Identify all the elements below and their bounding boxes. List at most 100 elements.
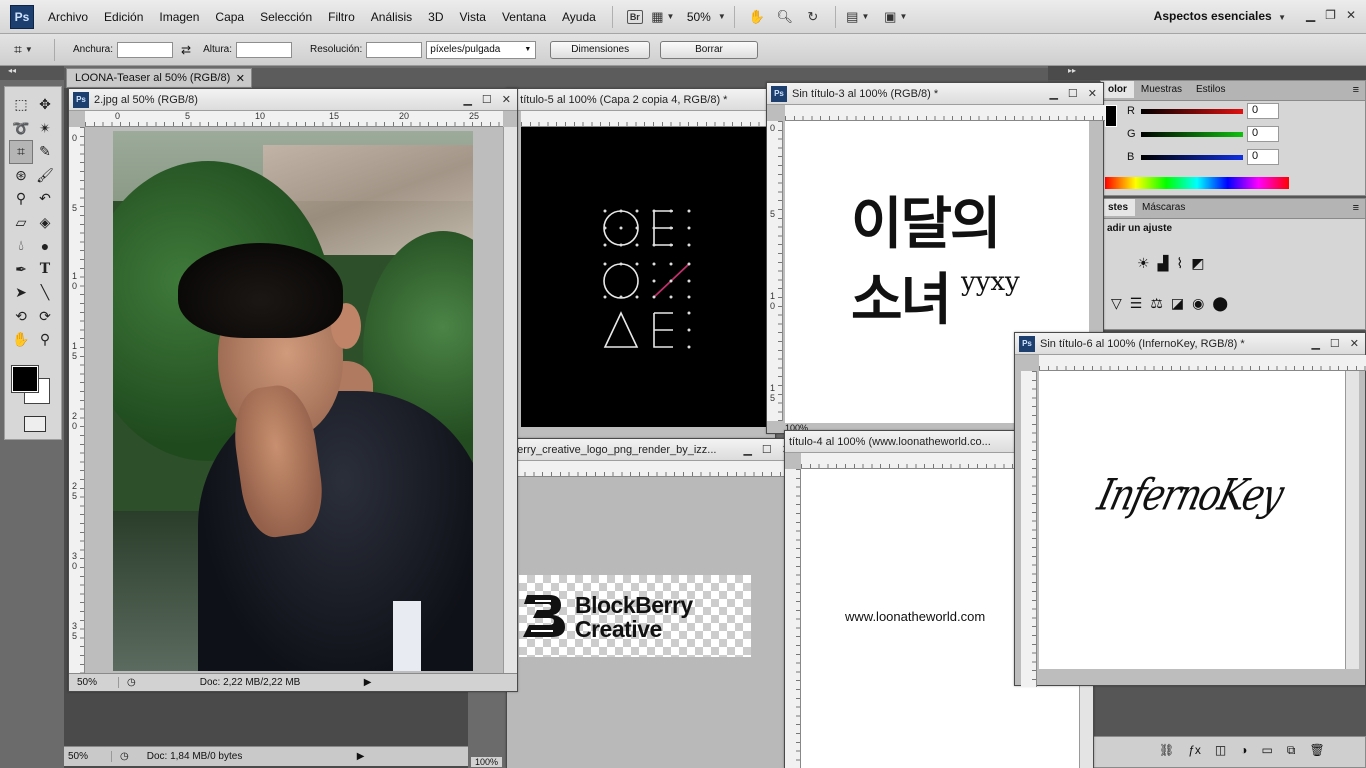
quick-mask-button[interactable] xyxy=(24,416,46,432)
levels-icon[interactable]: ▟ xyxy=(1158,255,1169,272)
hand-icon[interactable]: ✋ xyxy=(747,8,767,26)
minimize-icon[interactable]: ▁ xyxy=(463,93,471,106)
zoom-icon[interactable]: 🔍︎ xyxy=(775,8,795,26)
document-tab[interactable]: LOONA-Teaser al 50% (RGB/8) ✕ xyxy=(66,68,252,88)
photoshop-logo-icon[interactable]: Ps xyxy=(10,4,34,29)
green-slider[interactable] xyxy=(1141,132,1243,137)
horizontal-ruler[interactable] xyxy=(785,105,1105,121)
zoom-level[interactable]: 50% xyxy=(687,10,711,24)
status-menu-icon[interactable]: ◷ xyxy=(127,677,136,688)
crop-tool-icon[interactable]: ⌗ xyxy=(9,140,33,164)
delete-layer-icon[interactable]: 🗑︎ xyxy=(1309,743,1324,758)
line-tool-icon[interactable]: ╲ xyxy=(33,281,57,305)
menu-capa[interactable]: Capa xyxy=(207,10,252,24)
brightness-icon[interactable]: ☀ xyxy=(1137,255,1150,272)
units-select[interactable]: píxeles/pulgada ▼ xyxy=(426,40,537,59)
dimensions-button[interactable]: Dimensiones xyxy=(550,40,651,59)
photo-canvas-area[interactable] xyxy=(85,127,503,675)
layer-style-icon[interactable]: ƒx xyxy=(1188,743,1201,758)
close-icon[interactable]: ✕ xyxy=(1088,87,1097,100)
type-tool-icon[interactable]: T xyxy=(33,258,57,282)
adjustment-layer-icon[interactable]: ◑ xyxy=(1240,743,1247,758)
logo-canvas[interactable] xyxy=(521,127,771,427)
minimize-icon[interactable]: ▁ xyxy=(1311,337,1319,350)
workspace-switcher[interactable]: Aspectos esenciales ▼ xyxy=(1154,9,1286,23)
hue-saturation-icon[interactable]: ☰ xyxy=(1130,295,1143,312)
foreground-color-swatch[interactable] xyxy=(11,365,39,393)
marquee-tool-icon[interactable]: ⬚ xyxy=(9,93,33,117)
tab-styles[interactable]: Estilos xyxy=(1189,81,1232,98)
link-layers-icon[interactable]: ⛓ xyxy=(1159,743,1174,758)
panel-collapse-bar[interactable]: ▸▸ xyxy=(1048,66,1366,80)
dodge-tool-icon[interactable]: ● xyxy=(33,234,57,258)
rotate-view-icon[interactable]: ↻ xyxy=(803,8,823,26)
spot-healing-tool-icon[interactable]: ⊛ xyxy=(9,164,33,188)
maximize-icon[interactable]: ☐ xyxy=(482,93,492,106)
lasso-tool-icon[interactable]: ➰ xyxy=(9,117,33,141)
window-zoom[interactable]: 100% xyxy=(471,757,503,767)
tab-swatches[interactable]: Muestras xyxy=(1134,81,1189,98)
crop-tool-preset-icon[interactable]: ⌗ ▼ xyxy=(14,37,54,63)
path-selection-tool-icon[interactable]: ➤ xyxy=(9,281,33,305)
menu-ayuda[interactable]: Ayuda xyxy=(554,10,604,24)
zoom-chevron-down-icon[interactable]: ▼ xyxy=(718,12,726,21)
menu-vista[interactable]: Vista xyxy=(452,10,494,24)
exposure-icon[interactable]: ◩ xyxy=(1191,255,1204,272)
pen-tool-icon[interactable]: ✒ xyxy=(9,258,33,282)
move-tool-icon[interactable]: ✥ xyxy=(33,93,57,117)
blockberry-document-window[interactable]: berry_creative_logo_png_render_by_izz...… xyxy=(471,438,798,768)
vertical-ruler[interactable] xyxy=(1021,371,1037,687)
minimize-icon[interactable]: ▁ xyxy=(1306,8,1315,22)
3d-rotate-tool-icon[interactable]: ⟲ xyxy=(9,305,33,329)
vertical-scrollbar[interactable] xyxy=(1345,371,1359,669)
menu-archivo[interactable]: Archivo xyxy=(40,10,96,24)
color-balance-icon[interactable]: ⚖ xyxy=(1150,295,1163,312)
magic-wand-tool-icon[interactable]: ✴ xyxy=(33,117,57,141)
maximize-icon[interactable]: ☐ xyxy=(1068,87,1078,100)
swap-icon[interactable]: ⇄ xyxy=(181,43,191,57)
close-icon[interactable]: ✕ xyxy=(1346,8,1356,22)
maximize-icon[interactable]: ☐ xyxy=(1330,337,1340,350)
panel-fg-swatch[interactable] xyxy=(1105,105,1117,127)
vibrance-icon[interactable]: ▽ xyxy=(1111,295,1122,312)
window-title-bar[interactable]: n título-5 al 100% (Capa 2 copia 4, RGB/… xyxy=(507,89,775,111)
close-icon[interactable]: ✕ xyxy=(1350,337,1359,350)
clone-stamp-tool-icon[interactable]: ⚲ xyxy=(9,187,33,211)
hand-tool-icon[interactable]: ✋ xyxy=(9,328,33,352)
panel-menu-icon[interactable]: ≡ xyxy=(1353,202,1359,214)
eraser-tool-icon[interactable]: ▱ xyxy=(9,211,33,235)
status-menu-icon[interactable]: ◷ xyxy=(120,751,129,762)
tab-masks[interactable]: Máscaras xyxy=(1135,199,1192,216)
layer-mask-icon[interactable]: ◫ xyxy=(1215,743,1226,758)
infernokey-document-window[interactable]: Ps Sin título-6 al 100% (InfernoKey, RGB… xyxy=(1014,332,1366,687)
height-input[interactable] xyxy=(236,41,292,58)
history-brush-tool-icon[interactable]: ↶ xyxy=(33,187,57,211)
minimize-icon[interactable]: ▁ xyxy=(743,443,751,456)
channel-mixer-icon[interactable]: ⬤ xyxy=(1212,295,1228,312)
close-icon[interactable]: ✕ xyxy=(502,93,511,106)
photo-document-window[interactable]: Ps 2.jpg al 50% (RGB/8) ▁ ☐ ✕ 0 5 10 15 20… xyxy=(68,88,518,692)
horizontal-ruler[interactable] xyxy=(521,111,777,127)
vertical-ruler[interactable] xyxy=(785,469,801,768)
red-value-input[interactable]: 0 xyxy=(1247,103,1279,119)
tab-adjustments[interactable]: stes xyxy=(1101,199,1136,216)
menu-filtro[interactable]: Filtro xyxy=(320,10,363,24)
eyedropper-tool-icon[interactable]: ✎ xyxy=(33,140,57,164)
menu-analisis[interactable]: Análisis xyxy=(363,10,420,24)
brush-tool-icon[interactable]: 🖌︎ xyxy=(33,164,57,188)
width-input[interactable] xyxy=(117,41,174,58)
horizontal-ruler[interactable] xyxy=(507,461,785,477)
blue-value-input[interactable]: 0 xyxy=(1247,149,1279,165)
blockberry-canvas-area[interactable]: BlockBerry Creative xyxy=(507,477,784,768)
window-title-bar[interactable]: Ps 2.jpg al 50% (RGB/8) xyxy=(69,89,517,111)
vertical-ruler[interactable]: 0 5 1 0 1 5 xyxy=(767,121,783,421)
status-arrow-icon[interactable]: ▶ xyxy=(364,677,372,688)
photo-filter-icon[interactable]: ◉ xyxy=(1192,295,1204,312)
logo-document-window[interactable]: n título-5 al 100% (Capa 2 copia 4, RGB/… xyxy=(506,88,777,440)
new-layer-icon[interactable]: ⧉ xyxy=(1287,743,1296,758)
clear-button[interactable]: Borrar xyxy=(660,40,758,59)
paint-bucket-tool-icon[interactable]: ◈ xyxy=(33,211,57,235)
group-icon[interactable]: ▭ xyxy=(1262,743,1273,758)
status-arrow-icon[interactable]: ▶ xyxy=(357,751,365,762)
screen-mode-icon[interactable]: ▣ ▼ xyxy=(884,8,907,26)
